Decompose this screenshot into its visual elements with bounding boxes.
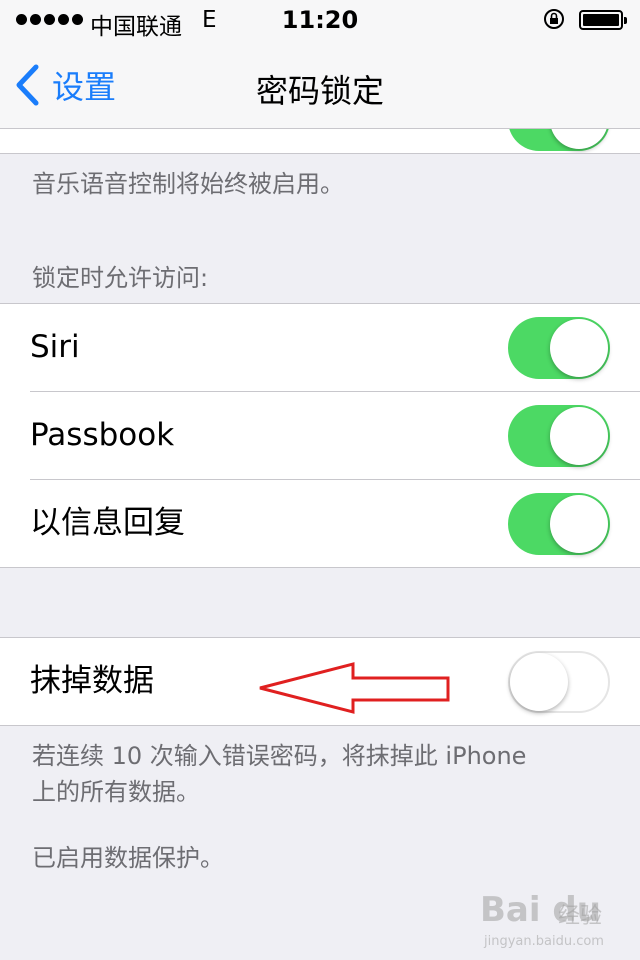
status-bar: 中国联通 E 11:20 bbox=[0, 0, 640, 40]
erase-data-note-line1: 若连续 10 次输入错误密码，将抹掉此 iPhone bbox=[32, 742, 527, 770]
voice-control-note: 音乐语音控制将始终被启用。 bbox=[32, 170, 344, 198]
reply-with-message-label: 以信息回复 bbox=[30, 505, 185, 541]
list-item-siri: Siri bbox=[0, 304, 640, 391]
toggle-knob bbox=[550, 407, 608, 465]
toggle-knob bbox=[550, 319, 608, 377]
erase-data-note: 若连续 10 次输入错误密码，将抹掉此 iPhone 上的所有数据。 bbox=[32, 738, 526, 810]
toggle-knob bbox=[550, 495, 608, 553]
allow-access-group: Siri Passbook 以信息回复 bbox=[0, 303, 640, 568]
watermark-sub: 经验 bbox=[558, 904, 603, 929]
passbook-toggle[interactable] bbox=[508, 405, 610, 467]
erase-data-label: 抹掉数据 bbox=[30, 663, 154, 699]
siri-toggle[interactable] bbox=[508, 317, 610, 379]
list-item-passbook: Passbook bbox=[0, 391, 640, 479]
erase-data-note-line2: 上的所有数据。 bbox=[32, 778, 200, 806]
siri-label: Siri bbox=[30, 329, 80, 365]
voice-dial-toggle[interactable] bbox=[508, 129, 610, 151]
rotation-lock-icon bbox=[544, 9, 564, 29]
voice-dial-row-partial bbox=[0, 129, 640, 154]
navigation-bar: 设置 密码锁定 bbox=[0, 40, 640, 129]
reply-with-message-toggle[interactable] bbox=[508, 493, 610, 555]
erase-data-toggle[interactable] bbox=[508, 651, 610, 713]
annotation-arrow-icon bbox=[259, 662, 450, 714]
passbook-label: Passbook bbox=[30, 417, 175, 453]
data-protection-note: 已启用数据保护。 bbox=[32, 844, 224, 872]
battery-icon bbox=[579, 10, 627, 30]
allow-access-header: 锁定时允许访问: bbox=[32, 264, 209, 292]
toggle-knob bbox=[510, 653, 568, 711]
baidu-watermark-logo: Bai du 经验 jingyan.baidu.com bbox=[480, 888, 630, 954]
page-title: 密码锁定 bbox=[255, 72, 384, 110]
list-item-reply-with-message: 以信息回复 bbox=[0, 479, 640, 567]
watermark-url: jingyan.baidu.com bbox=[484, 934, 604, 949]
